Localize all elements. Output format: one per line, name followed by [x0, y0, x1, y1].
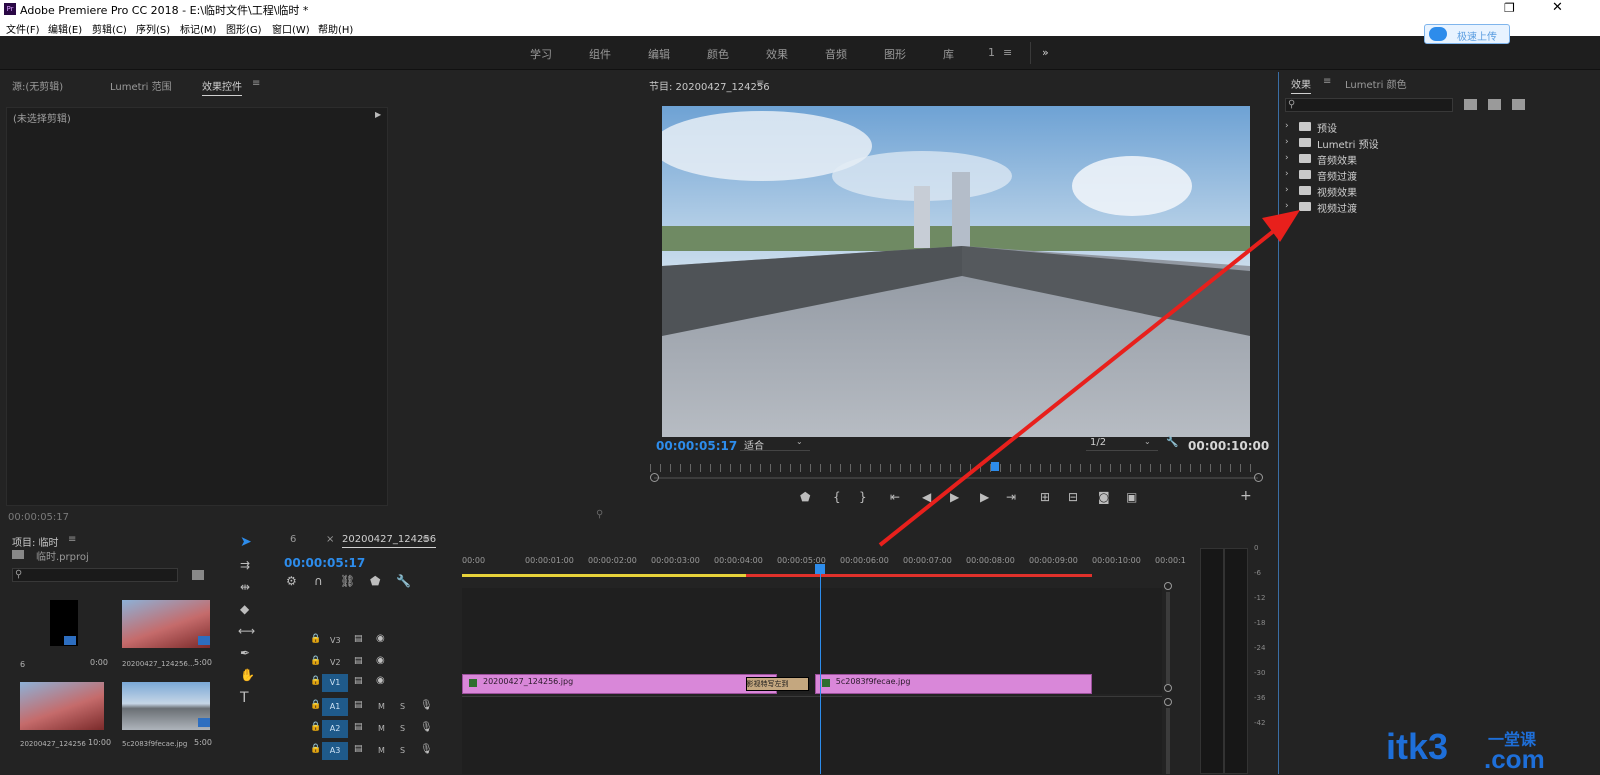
annotation-arrow [878, 210, 1300, 547]
watermark-text: itk3 [1386, 726, 1449, 767]
arrow-shaft [878, 224, 1282, 547]
watermark-suffix: .com [1484, 744, 1545, 774]
